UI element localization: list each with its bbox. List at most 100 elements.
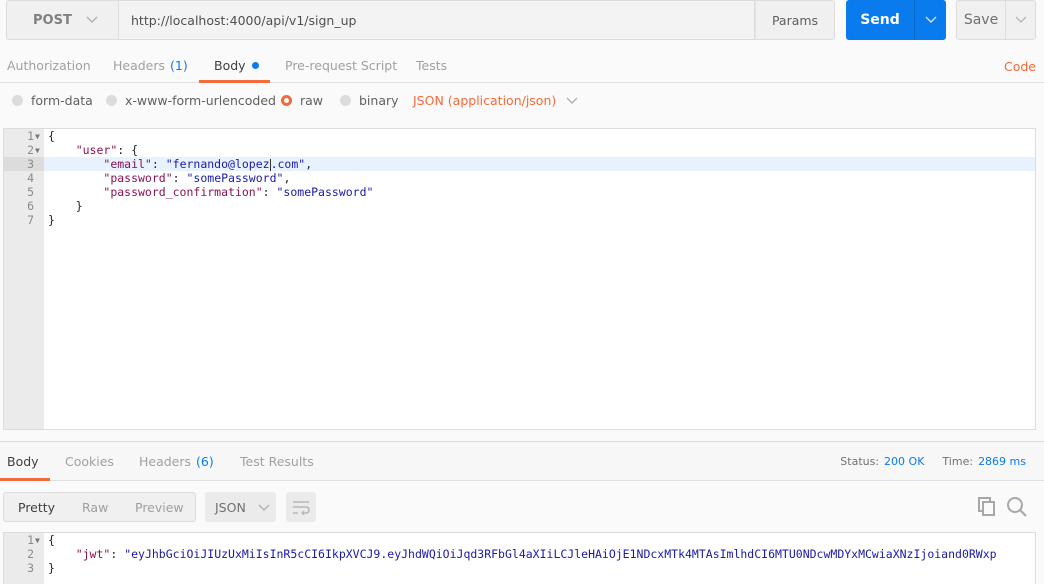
radio-binary[interactable]: binary: [340, 93, 399, 108]
radio-x-www-form-urlencoded[interactable]: x-www-form-urlencoded: [106, 93, 276, 108]
tab-label: Body: [214, 58, 246, 73]
line-number: 5: [27, 185, 34, 199]
response-tab-body[interactable]: Body: [7, 442, 39, 481]
format-label: JSON: [215, 499, 246, 515]
json-string: "fernando@lopez: [165, 157, 270, 171]
code-text: "jwt": "eyJhbGciOiJIUzUxMiIsInR5cCI6IkpX…: [75, 547, 997, 561]
tab-authorization[interactable]: Authorization: [7, 48, 91, 83]
tab-tests[interactable]: Tests: [416, 48, 447, 83]
radio-label: raw: [300, 93, 324, 108]
radio-label: binary: [359, 93, 399, 108]
brace: }: [75, 199, 83, 213]
code-line: 1 ▼ {: [4, 533, 1035, 547]
code-line: 1 ▼ {: [4, 129, 1035, 143]
chevron-down-icon: [925, 16, 936, 23]
fold-arrow-icon[interactable]: ▼: [35, 130, 40, 144]
line-number: 1: [27, 129, 34, 143]
content-type-select[interactable]: JSON (application/json): [413, 93, 578, 108]
url-input[interactable]: http://localhost:4000/api/v1/sign_up: [118, 0, 755, 40]
copy-icon: [978, 497, 995, 516]
json-key: "user": [75, 143, 118, 157]
radio-label: form-data: [31, 93, 93, 108]
code-text: }: [48, 199, 83, 213]
method-label: POST: [33, 12, 72, 28]
json-string: "somePassword": [276, 185, 374, 199]
radio-label: x-www-form-urlencoded: [125, 93, 276, 108]
line-number: 6: [27, 199, 34, 213]
view-pretty-button[interactable]: Pretty: [18, 493, 55, 521]
json-key: "password": [103, 171, 173, 185]
wrap-lines-icon: [293, 501, 310, 515]
button-label: Pretty: [18, 499, 56, 515]
wrap-lines-button[interactable]: [286, 492, 316, 522]
search-button[interactable]: [1006, 496, 1028, 521]
radio-form-data[interactable]: form-data: [12, 93, 93, 108]
json-string: "somePassword": [186, 171, 284, 185]
response-tab-headers[interactable]: Headers (6): [139, 442, 214, 481]
save-button-group: Save: [956, 0, 1036, 40]
tab-label: Authorization: [7, 58, 91, 73]
request-tabs: Authorization Headers (1) Body Pre-reques…: [0, 48, 1044, 83]
fold-arrow-icon[interactable]: ▼: [35, 534, 40, 548]
time-value: 2869 ms: [978, 455, 1026, 468]
button-label: Raw: [82, 499, 109, 515]
code-text: "user": {: [75, 143, 139, 157]
request-body-editor[interactable]: 1 ▼ { 2 ▼ "user": { 3 "email": "fernando@l…: [3, 128, 1036, 430]
line-number: 2: [27, 143, 34, 157]
search-icon: [1007, 497, 1027, 517]
code-text: }: [48, 213, 55, 227]
code-line: 2 ▼ "user": {: [4, 143, 1035, 157]
tab-label: Headers: [139, 454, 192, 469]
chevron-down-icon: [258, 500, 270, 515]
active-tab-indicator: [0, 478, 50, 481]
copy-button[interactable]: [977, 496, 997, 519]
response-body-viewer[interactable]: 1 ▼ { 2 "jwt": "eyJhbGciOiJIUzUxMiIsInR5c…: [3, 532, 1036, 584]
view-raw-button[interactable]: Raw: [82, 493, 108, 521]
json-key: "email": [103, 157, 152, 171]
json-key: "jwt": [75, 547, 111, 561]
send-dropdown-button[interactable]: [915, 0, 946, 40]
save-button[interactable]: Save: [957, 1, 1006, 39]
headers-count-badge: (6): [196, 454, 214, 469]
code-line: 6 }: [4, 199, 1035, 213]
params-label: Params: [771, 12, 819, 28]
tab-label: Test Results: [240, 454, 314, 469]
tab-body[interactable]: Body: [214, 48, 259, 83]
headers-count-badge: (1): [170, 58, 188, 73]
radio-circle: [106, 95, 117, 106]
method-select[interactable]: POST: [6, 0, 118, 40]
response-tab-cookies[interactable]: Cookies: [65, 442, 114, 481]
params-button[interactable]: Params: [755, 0, 835, 40]
tab-label: Headers: [113, 58, 166, 73]
code-text: }: [48, 561, 55, 575]
line-number: 4: [27, 171, 34, 185]
tab-label: Tests: [416, 58, 448, 73]
fold-arrow-icon[interactable]: ▼: [35, 144, 40, 158]
status-label: Status:: [840, 455, 880, 468]
code-line-active: 3 "email": "fernando@lopez.com",: [4, 157, 1035, 171]
json-string: "eyJhbGciOiJIUzUxMiIsInR5cCI6IkpXVCJ9.ey…: [124, 547, 997, 561]
response-format-select[interactable]: JSON: [205, 492, 276, 522]
send-button[interactable]: Send: [846, 0, 915, 40]
line-number: 3: [27, 561, 34, 575]
radio-circle: [12, 95, 23, 106]
send-button-group: Send: [846, 0, 946, 40]
view-mode-group: Pretty Raw Preview: [3, 492, 196, 522]
radio-raw[interactable]: raw: [281, 93, 323, 108]
code-link[interactable]: Code: [1004, 59, 1036, 74]
json-string: .com": [270, 157, 306, 171]
code-text: "password_confirmation": "somePassword": [103, 185, 374, 199]
body-type-options: form-data x-www-form-urlencoded raw bina…: [0, 90, 700, 114]
tab-headers[interactable]: Headers (1): [113, 48, 188, 83]
tab-label: Pre-request Script: [285, 58, 398, 73]
line-number: 7: [27, 213, 34, 227]
radio-circle: [340, 95, 351, 106]
status-value: 200 OK: [884, 455, 925, 468]
view-preview-button[interactable]: Preview: [135, 493, 184, 521]
code-line: 5 "password_confirmation": "somePassword…: [4, 185, 1035, 199]
save-dropdown-button[interactable]: [1006, 1, 1035, 39]
tab-pre-request-script[interactable]: Pre-request Script: [285, 48, 397, 83]
response-tabs: Body Cookies Headers (6) Test Results Sta…: [0, 441, 1044, 481]
radio-circle-selected: [281, 95, 292, 106]
response-tab-test-results[interactable]: Test Results: [240, 442, 314, 481]
